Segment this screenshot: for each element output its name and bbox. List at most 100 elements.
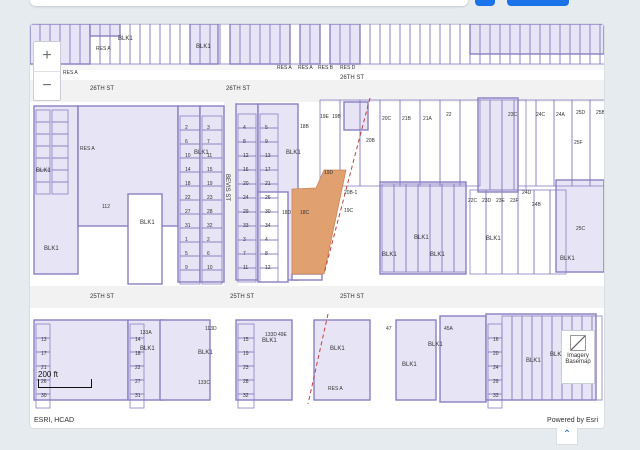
lot-label: 24A (556, 112, 566, 118)
lot-label: 21B (402, 116, 412, 122)
lot-number: 7 (243, 251, 246, 257)
block-label: BLK1 (286, 150, 301, 156)
lot-number: 20 (493, 351, 499, 357)
submit-button[interactable] (507, 0, 569, 6)
street-label: 25TH ST (340, 294, 364, 300)
block-label: BLK1 (560, 256, 575, 262)
lot-number: 33 (243, 223, 249, 229)
search-button[interactable] (475, 0, 495, 6)
lot-number: 9 (265, 139, 268, 145)
top-bar (0, 0, 640, 14)
block-label: BLK1 (140, 220, 155, 226)
block-label: BLK1 (402, 362, 417, 368)
zoom-out-button[interactable]: − (34, 71, 60, 101)
block-label: BLK1 (382, 252, 397, 258)
parcel-block-1 (89, 24, 121, 37)
lot-label: 20B-1 (344, 190, 358, 196)
map-view[interactable]: 26TH ST 26TH ST 26TH ST 25TH ST 25TH ST 25TH … (29, 23, 605, 429)
lot-number: 31 (135, 393, 141, 399)
zoom-in-button[interactable]: + (34, 42, 60, 71)
lot-label: 18D (282, 210, 292, 216)
lot-label: 18C (300, 210, 310, 216)
lot-number: 19 (243, 351, 249, 357)
lot-number: 18 (185, 181, 191, 187)
lot-number: 26 (265, 195, 271, 201)
lot-number: 12 (265, 265, 271, 271)
block-label: BLK1 (198, 350, 213, 356)
lot-number: 11 (207, 153, 212, 159)
lot-number: 8 (243, 139, 246, 145)
lot-label: 24D (522, 190, 532, 196)
lot-number: 32 (243, 393, 249, 399)
lot-label: 112 (102, 204, 110, 210)
block-label: BLK1 (44, 246, 59, 252)
empty-lot-1 (257, 191, 289, 283)
lot-number: 10 (207, 265, 213, 271)
lot-number: 22 (185, 195, 191, 201)
lot-number: 27 (185, 209, 191, 215)
attribution-bar: ESRI, HCAD Powered by Esri (30, 414, 604, 428)
street-label: 26TH ST (226, 86, 250, 92)
lot-number: 33 (493, 393, 499, 399)
lot-number: 5 (185, 251, 188, 257)
lot-number: 30 (265, 209, 271, 215)
lot-number: 5 (265, 125, 268, 131)
lot-label: 25C (576, 226, 586, 232)
block-label: BLK1 (118, 36, 133, 42)
basemap-toggle[interactable]: Imagery Basemap (561, 330, 595, 384)
lot-number: 32 (207, 223, 213, 229)
lot-label: 23F (510, 198, 519, 204)
scale-label: 200 ft (38, 370, 59, 379)
lot-number: 23 (243, 365, 249, 371)
street-label: 25TH ST (230, 294, 254, 300)
parcel-block-19 (159, 319, 211, 401)
empty-lot-0 (127, 193, 163, 285)
lot-label: 25F (574, 140, 583, 146)
block-label: BLK1 (196, 44, 211, 50)
scale-line (38, 379, 92, 388)
lot-label: 19B (332, 114, 342, 120)
lot-number: 3 (243, 237, 246, 243)
lot-label: 19C (344, 208, 354, 214)
lot-number: 29 (493, 379, 499, 385)
lot-number: 15 (207, 167, 213, 173)
lot-number: 14 (185, 167, 191, 173)
lot-label: 21A (423, 116, 433, 122)
search-field[interactable] (30, 0, 468, 6)
basemap-label-2: Basemap (565, 359, 591, 365)
lot-label: 23E (496, 198, 506, 204)
street-label: 26TH ST (340, 75, 364, 81)
lot-number: 29 (243, 209, 249, 215)
lot-label: 133C (198, 380, 210, 386)
powered-by-link[interactable]: Powered by Esri (547, 414, 598, 428)
reserve-label: RES D (340, 65, 356, 71)
lot-label: 24B (532, 202, 542, 208)
lot-number: 14 (135, 337, 141, 343)
lot-number: 1 (185, 237, 188, 243)
lot-number: 9 (185, 265, 188, 271)
lot-label: 25B (596, 110, 604, 116)
lot-number: 24 (243, 195, 249, 201)
lot-label: 23C (508, 112, 518, 118)
parcel-block-17 (33, 319, 129, 401)
reserve-label: RES A (298, 65, 313, 71)
lot-number: 17 (265, 167, 271, 173)
parcel-map[interactable]: 26TH ST 26TH ST 26TH ST 25TH ST 25TH ST 25TH … (30, 24, 604, 428)
block-label: BLK1 (526, 358, 541, 364)
attribution-text: ESRI, HCAD (34, 417, 75, 424)
street-label-bevis: BEVIS ST (224, 174, 230, 201)
reserve-label: RES A (63, 70, 78, 76)
lot-label: 18B (300, 124, 310, 130)
scale-bar: 200 ft (38, 370, 92, 388)
lot-label: 49E (278, 332, 288, 338)
lot-number: 13 (41, 337, 47, 343)
lot-number: 4 (243, 125, 246, 131)
lot-number: 23 (207, 195, 213, 201)
lot-number: 21 (265, 181, 271, 187)
expand-icon[interactable]: ⌃ (556, 428, 578, 445)
lot-number: 31 (185, 223, 191, 229)
zoom-control: + − (33, 41, 61, 101)
lot-number: 3 (207, 125, 210, 131)
block-label: BLK1 (330, 346, 345, 352)
lot-number: 19 (207, 181, 213, 187)
